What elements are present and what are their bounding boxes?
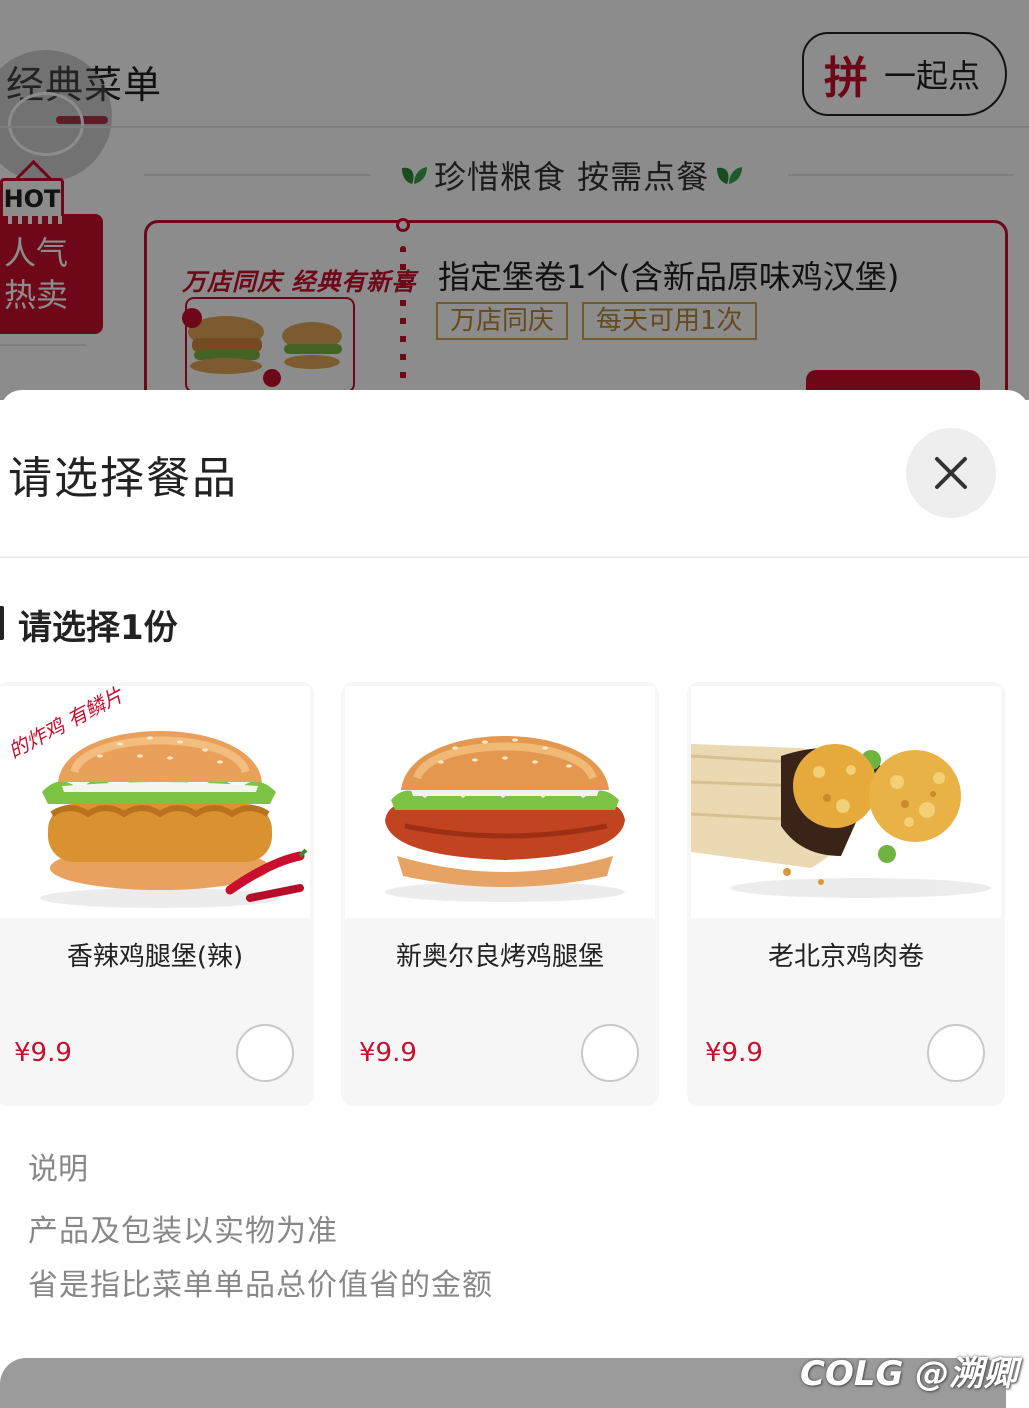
- note-line: 产品及包装以实物为准: [28, 1214, 338, 1249]
- item-price: ¥9.9: [14, 1038, 72, 1068]
- note-title: 说明: [28, 1152, 88, 1187]
- spicy-chicken-burger-image: 的炸鸡 有鳞片: [0, 686, 310, 918]
- item-name: 老北京鸡肉卷: [767, 942, 924, 972]
- note-line: 省是指比菜单单品总价值省的金额: [28, 1268, 493, 1303]
- section-marker: [0, 606, 4, 640]
- item-name: 香辣鸡腿堡(辣): [66, 942, 244, 972]
- modal-overlay[interactable]: [0, 0, 1029, 400]
- item-price: ¥9.9: [705, 1038, 763, 1068]
- watermark: COLG @溯卿: [800, 1354, 1018, 1394]
- chicken-wrap-image: [691, 686, 1001, 918]
- menu-item-card[interactable]: 新奥尔良烤鸡腿堡 ¥9.9: [341, 682, 659, 1106]
- select-item-sheet: 请选择餐品 请选择1份 的炸鸡 有鳞片 香辣鸡腿堡(辣) ¥9.9 新奥尔良烤鸡…: [0, 390, 1029, 1408]
- menu-item-card[interactable]: 老北京鸡肉卷 ¥9.9: [687, 682, 1005, 1106]
- item-name: 新奥尔良烤鸡腿堡: [395, 942, 604, 972]
- item-price: ¥9.9: [359, 1038, 417, 1068]
- section-title: 请选择1份: [18, 608, 178, 648]
- new-orleans-chicken-burger-image: [345, 686, 655, 918]
- sheet-divider: [0, 556, 1029, 558]
- item-select-radio[interactable]: [927, 1024, 985, 1082]
- item-select-radio[interactable]: [236, 1024, 294, 1082]
- item-select-radio[interactable]: [581, 1024, 639, 1082]
- menu-item-card[interactable]: 的炸鸡 有鳞片 香辣鸡腿堡(辣) ¥9.9: [0, 682, 314, 1106]
- sheet-title: 请选择餐品: [8, 453, 238, 504]
- close-icon: [935, 457, 967, 489]
- close-button[interactable]: [906, 428, 996, 518]
